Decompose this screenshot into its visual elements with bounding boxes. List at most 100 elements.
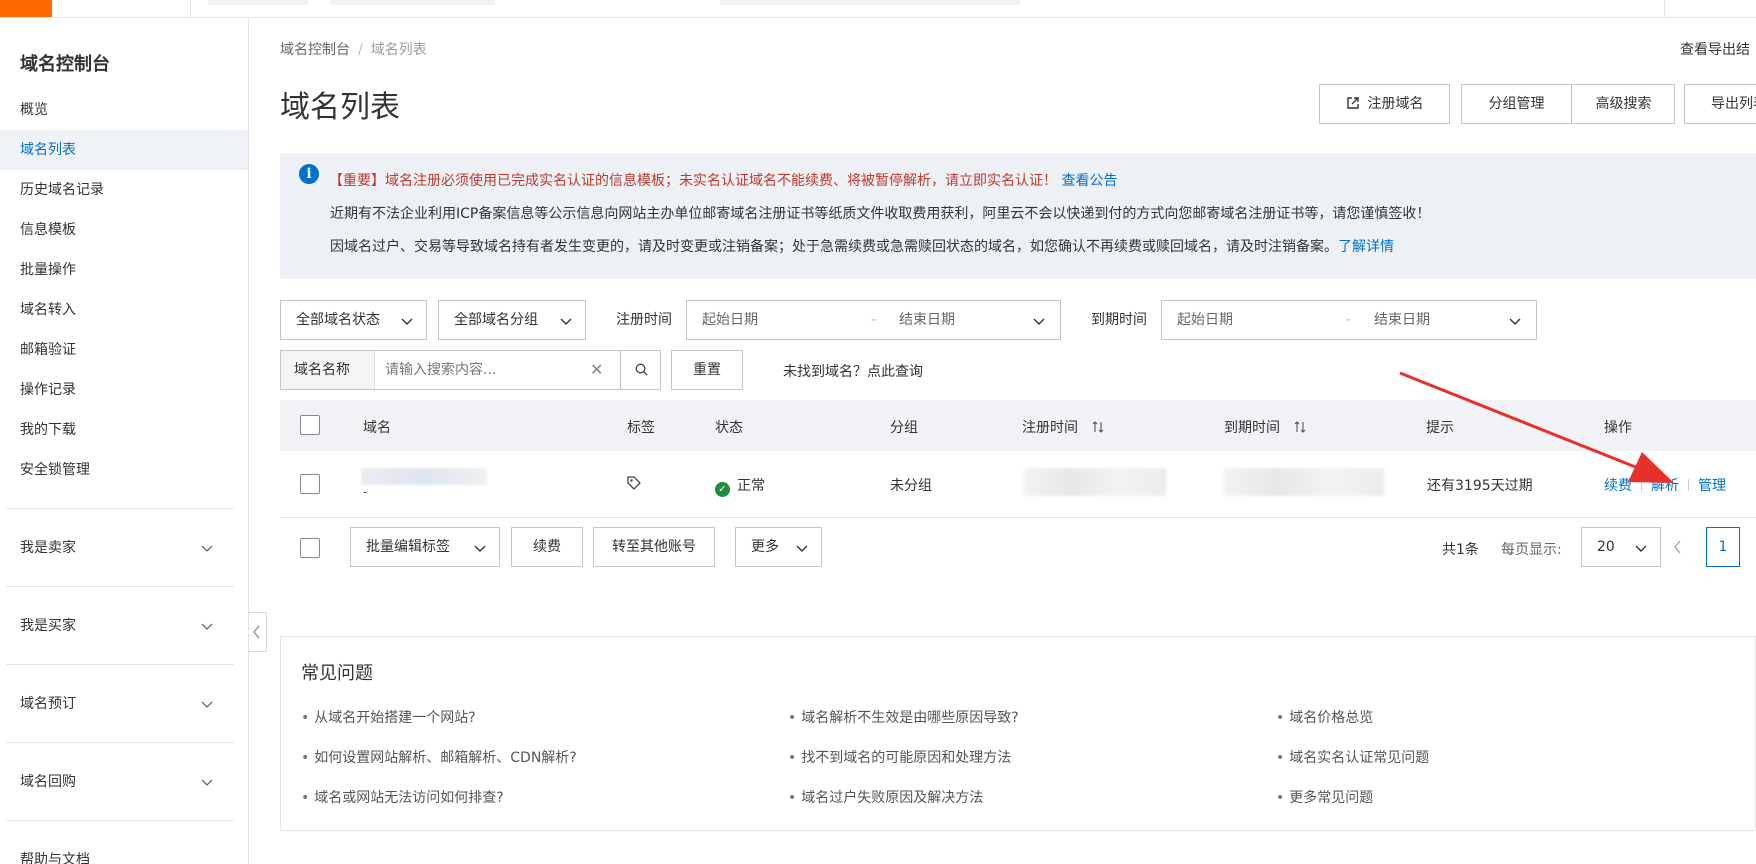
bulk-renew-button[interactable]: 续费 — [511, 527, 583, 567]
domain-name-redacted[interactable] — [361, 468, 487, 485]
reg-start-date[interactable]: 起始日期 — [702, 312, 758, 328]
faq-link[interactable]: 域名过户失败原因及解决方法 — [788, 787, 983, 807]
sidebar-item-security-lock[interactable]: 安全锁管理 — [0, 450, 248, 490]
select-all-checkbox[interactable] — [300, 415, 320, 435]
chevron-down-icon — [201, 779, 213, 786]
sidebar-group-seller[interactable]: 我是卖家 — [0, 528, 248, 568]
bulk-edit-tags-select[interactable]: 批量编辑标签 — [350, 527, 500, 567]
column-actions: 操作 — [1604, 420, 1632, 436]
chevron-left-icon — [253, 625, 260, 639]
chevron-down-icon — [401, 318, 413, 325]
sidebar: 域名控制台 概览 域名列表 历史域名记录 信息模板 批量操作 域名转入 邮箱验证… — [0, 18, 249, 864]
transfer-account-button[interactable]: 转至其他账号 — [593, 527, 715, 567]
column-reg-time-label: 注册时间 — [1022, 420, 1078, 436]
sidebar-item-batch[interactable]: 批量操作 — [0, 250, 248, 290]
reg-time-redacted — [1024, 468, 1166, 496]
sidebar-divider — [6, 508, 234, 509]
more-actions-label: 更多 — [751, 539, 779, 555]
search-button[interactable] — [620, 351, 661, 389]
sidebar-title: 域名控制台 — [20, 54, 110, 75]
exp-end-date[interactable]: 结束日期 — [1374, 301, 1430, 339]
row-checkbox[interactable] — [300, 474, 320, 494]
sidebar-item-op-log[interactable]: 操作记录 — [0, 370, 248, 410]
page-number-current[interactable]: 1 — [1706, 527, 1740, 567]
reset-button[interactable]: 重置 — [671, 350, 743, 390]
bulk-select-checkbox[interactable] — [300, 538, 320, 558]
breadcrumb-root[interactable]: 域名控制台 — [280, 42, 350, 58]
topbar-search[interactable] — [720, 0, 1020, 5]
sidebar-collapse-toggle[interactable] — [249, 612, 267, 652]
faq-link[interactable]: 域名价格总览 — [1276, 707, 1373, 727]
chevron-down-icon — [474, 545, 486, 552]
brand-logo[interactable] — [0, 0, 52, 17]
view-announcement-link[interactable]: 查看公告 — [1061, 173, 1117, 189]
column-exp-time[interactable]: 到期时间 — [1224, 417, 1308, 437]
sidebar-divider — [6, 586, 234, 587]
faq-link[interactable]: 更多常见问题 — [1276, 787, 1373, 807]
sidebar-divider — [6, 742, 234, 743]
learn-more-link[interactable]: 了解详情 — [1338, 239, 1394, 255]
faq-link[interactable]: 域名解析不生效是由哪些原因导致? — [788, 707, 1018, 727]
reg-date-range-picker[interactable]: 起始日期 - 结束日期 — [686, 300, 1061, 340]
sidebar-item-history[interactable]: 历史域名记录 — [0, 170, 248, 210]
chevron-left-icon[interactable] — [1671, 539, 1685, 555]
sidebar-item-downloads[interactable]: 我的下载 — [0, 410, 248, 450]
tag-icon[interactable] — [626, 475, 642, 491]
sidebar-group-help[interactable]: 帮助与文档 — [0, 840, 248, 864]
exp-start-date[interactable]: 起始日期 — [1177, 312, 1233, 328]
status-filter-select[interactable]: 全部域名状态 — [280, 300, 427, 340]
reg-time-label: 注册时间 — [616, 312, 672, 328]
chevron-down-icon — [1635, 545, 1647, 552]
sidebar-item-domain-list[interactable]: 域名列表 — [0, 130, 248, 170]
status-filter-value: 全部域名状态 — [296, 312, 380, 328]
group-manage-button[interactable]: 分组管理 — [1461, 84, 1572, 124]
more-actions-select[interactable]: 更多 — [735, 527, 822, 567]
column-group: 分组 — [890, 420, 918, 436]
sidebar-group-preorder[interactable]: 域名预订 — [0, 684, 248, 724]
sidebar-group-buyback[interactable]: 域名回购 — [0, 762, 248, 802]
reg-end-date[interactable]: 结束日期 — [899, 301, 955, 339]
bulk-edit-tags-label: 批量编辑标签 — [366, 539, 450, 555]
advanced-search-button[interactable]: 高级搜索 — [1573, 84, 1675, 124]
manage-link[interactable]: 管理 — [1698, 478, 1726, 494]
faq-title: 常见问题 — [301, 663, 373, 684]
topbar-menu-item[interactable] — [330, 0, 495, 5]
renew-link[interactable]: 续费 — [1604, 478, 1632, 494]
faq-link[interactable]: 找不到域名的可能原因和处理方法 — [788, 747, 1011, 767]
chevron-down-icon — [796, 545, 808, 552]
sidebar-group-label: 我是买家 — [20, 618, 76, 634]
faq-link[interactable]: 域名或网站无法访问如何排查? — [301, 787, 503, 807]
faq-link[interactable]: 域名实名认证常见问题 — [1276, 747, 1429, 767]
domain-search-box: 域名名称 ✕ — [280, 350, 661, 390]
search-input[interactable] — [385, 359, 565, 381]
search-field-prefix[interactable]: 域名名称 — [281, 351, 375, 389]
total-count: 共1条 — [1442, 542, 1479, 558]
sidebar-item-overview[interactable]: 概览 — [0, 90, 248, 130]
sidebar-item-transfer-in[interactable]: 域名转入 — [0, 290, 248, 330]
expiry-tip: 还有3195天过期 — [1427, 478, 1533, 494]
per-page-select[interactable]: 20 — [1581, 527, 1661, 567]
column-exp-time-label: 到期时间 — [1224, 420, 1280, 436]
sidebar-item-email-verify[interactable]: 邮箱验证 — [0, 330, 248, 370]
clear-icon[interactable]: ✕ — [590, 360, 603, 379]
domain-not-found-link[interactable]: 未找到域名？点此查询 — [783, 361, 923, 381]
sidebar-item-templates[interactable]: 信息模板 — [0, 210, 248, 250]
faq-link[interactable]: 从域名开始搭建一个网站? — [301, 707, 475, 727]
faq-link[interactable]: 如何设置网站解析、邮箱解析、CDN解析? — [301, 747, 576, 767]
group-filter-select[interactable]: 全部域名分组 — [438, 300, 586, 340]
exp-date-range-picker[interactable]: 起始日期 - 结束日期 — [1161, 300, 1537, 340]
export-list-button[interactable]: 导出列表 — [1684, 84, 1756, 124]
per-page-label: 每页显示: — [1501, 542, 1562, 558]
date-range-separator: - — [871, 312, 877, 328]
register-domain-button[interactable]: 注册域名 — [1319, 84, 1450, 124]
export-results-link[interactable]: 查看导出结 — [1680, 39, 1750, 59]
sidebar-divider — [6, 820, 234, 821]
exp-time-redacted — [1224, 468, 1384, 496]
topbar-divider — [190, 0, 191, 17]
column-reg-time[interactable]: 注册时间 — [1022, 417, 1106, 437]
topbar-menu-item[interactable] — [208, 0, 308, 5]
notice-line-filing: 因域名过户、交易等导致域名持有者发生变更的，请及时变更或注销备案；处于急需续费或… — [330, 236, 1394, 256]
dns-resolve-link[interactable]: 解析 — [1651, 478, 1679, 494]
sidebar-group-buyer[interactable]: 我是买家 — [0, 606, 248, 646]
sidebar-divider — [6, 664, 234, 665]
